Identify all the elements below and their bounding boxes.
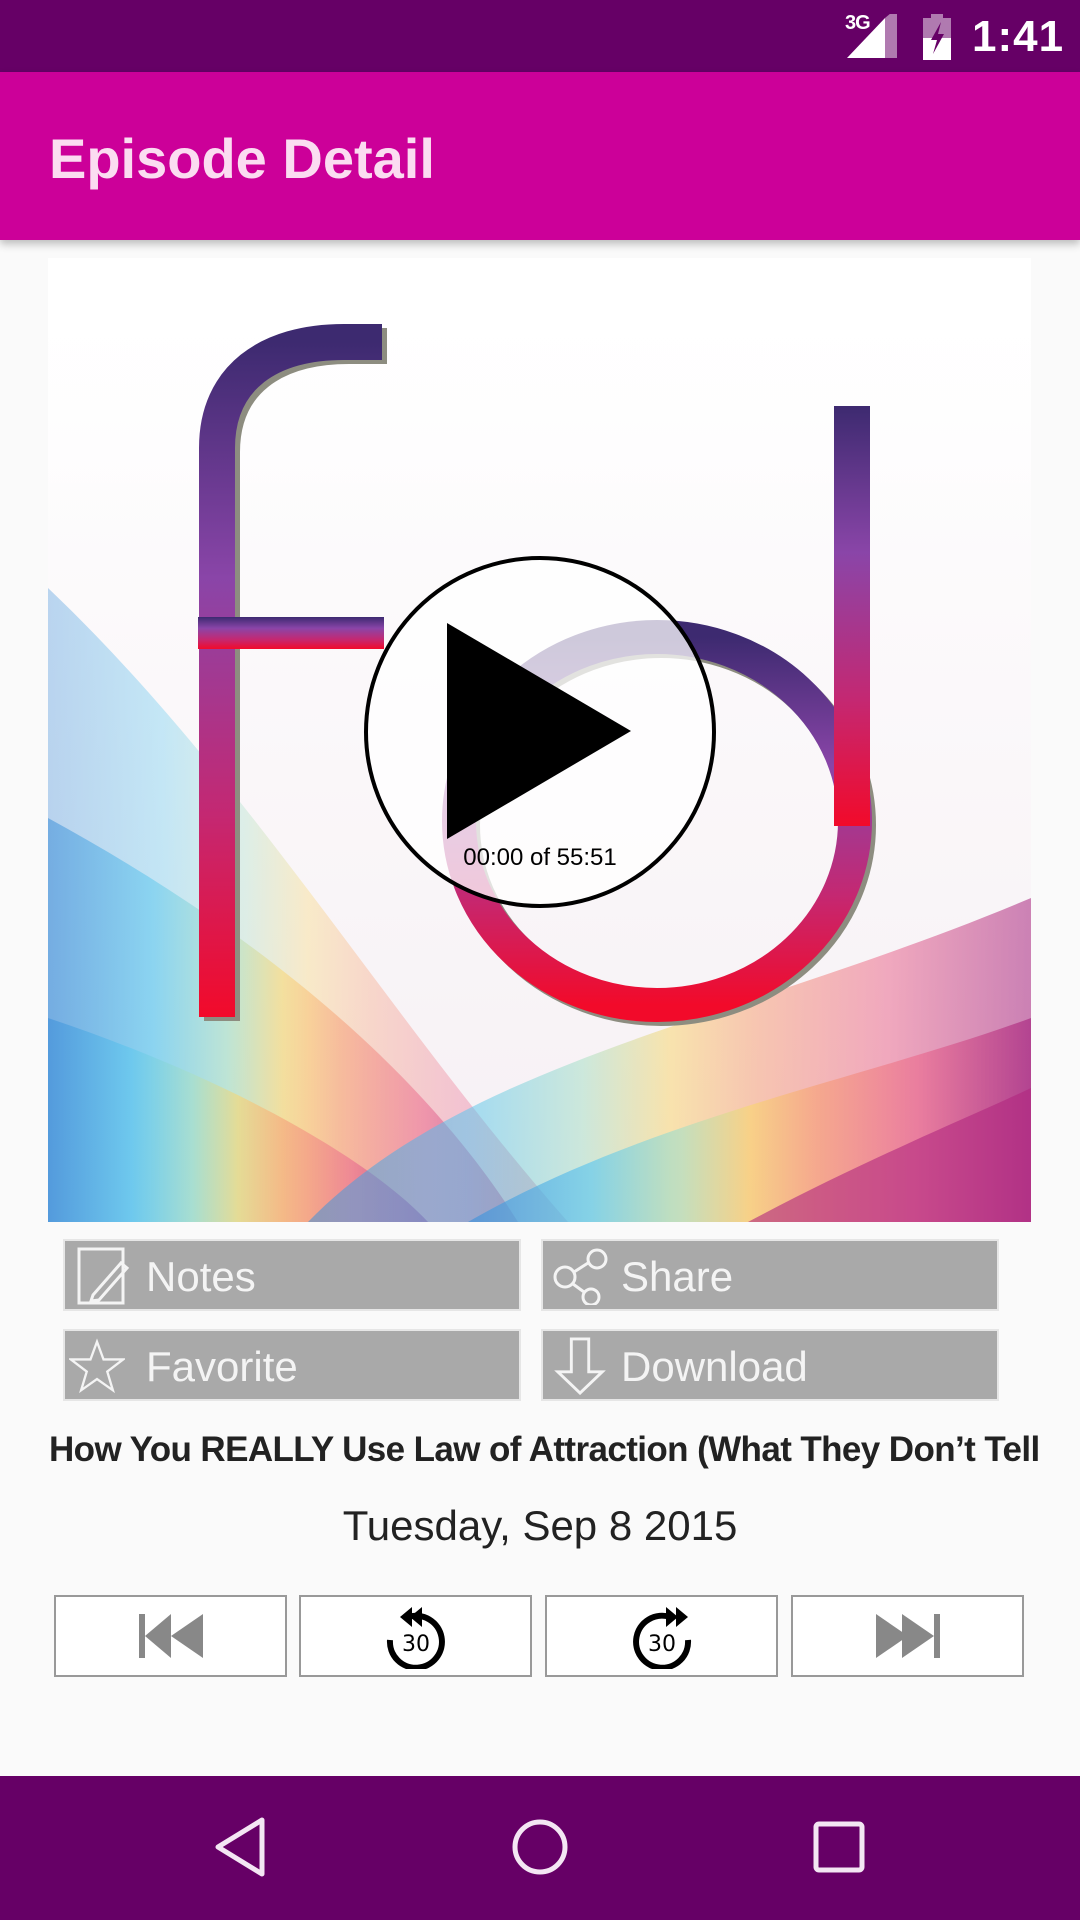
download-icon — [554, 1337, 606, 1395]
download-label: Download — [621, 1343, 808, 1390]
play-icon — [447, 623, 631, 839]
play-button[interactable]: 00:00 of 55:51 — [364, 556, 716, 908]
share-label: Share — [621, 1253, 734, 1300]
home-button[interactable] — [500, 1816, 580, 1880]
share-button[interactable]: Share — [541, 1239, 999, 1311]
skip-previous-icon — [138, 1614, 203, 1658]
app-bar: Episode Detail — [0, 72, 1080, 240]
recents-icon — [813, 1821, 865, 1873]
skip-next-button[interactable] — [791, 1595, 1024, 1677]
back-icon — [215, 1817, 265, 1877]
forward-seconds: 30 — [648, 1632, 676, 1657]
recents-button[interactable] — [800, 1816, 880, 1880]
system-nav-bar — [0, 1776, 1080, 1920]
forward-30-icon: 30 — [632, 1607, 691, 1669]
skip-previous-button[interactable] — [54, 1595, 287, 1677]
playback-progress: 00:00 of 55:51 — [463, 844, 617, 871]
notes-icon — [77, 1247, 130, 1305]
clock: 1:41 — [972, 12, 1065, 61]
back-button[interactable] — [200, 1816, 280, 1880]
status-bar: 3G 1:41 — [0, 0, 1080, 72]
favorite-button[interactable]: Favorite — [63, 1329, 521, 1401]
home-icon — [512, 1819, 568, 1875]
share-icon — [553, 1248, 608, 1305]
battery-charging-icon — [923, 14, 951, 60]
notes-label: Notes — [146, 1253, 256, 1300]
notes-button[interactable]: Notes — [63, 1239, 521, 1311]
network-type: 3G — [845, 12, 871, 34]
forward-30-button[interactable]: 30 — [545, 1595, 778, 1677]
replay-30-icon: 30 — [386, 1607, 445, 1669]
episode-date: Tuesday, Sep 8 2015 — [342, 1502, 738, 1549]
rewind-30-button[interactable]: 30 — [299, 1595, 532, 1677]
skip-next-icon — [875, 1614, 940, 1658]
download-button[interactable]: Download — [541, 1329, 999, 1401]
favorite-label: Favorite — [146, 1343, 298, 1390]
episode-title: How You REALLY Use Law of Attraction (Wh… — [49, 1430, 1040, 1469]
rewind-seconds: 30 — [402, 1632, 430, 1657]
star-icon — [69, 1338, 125, 1394]
page-title: Episode Detail — [49, 127, 435, 190]
